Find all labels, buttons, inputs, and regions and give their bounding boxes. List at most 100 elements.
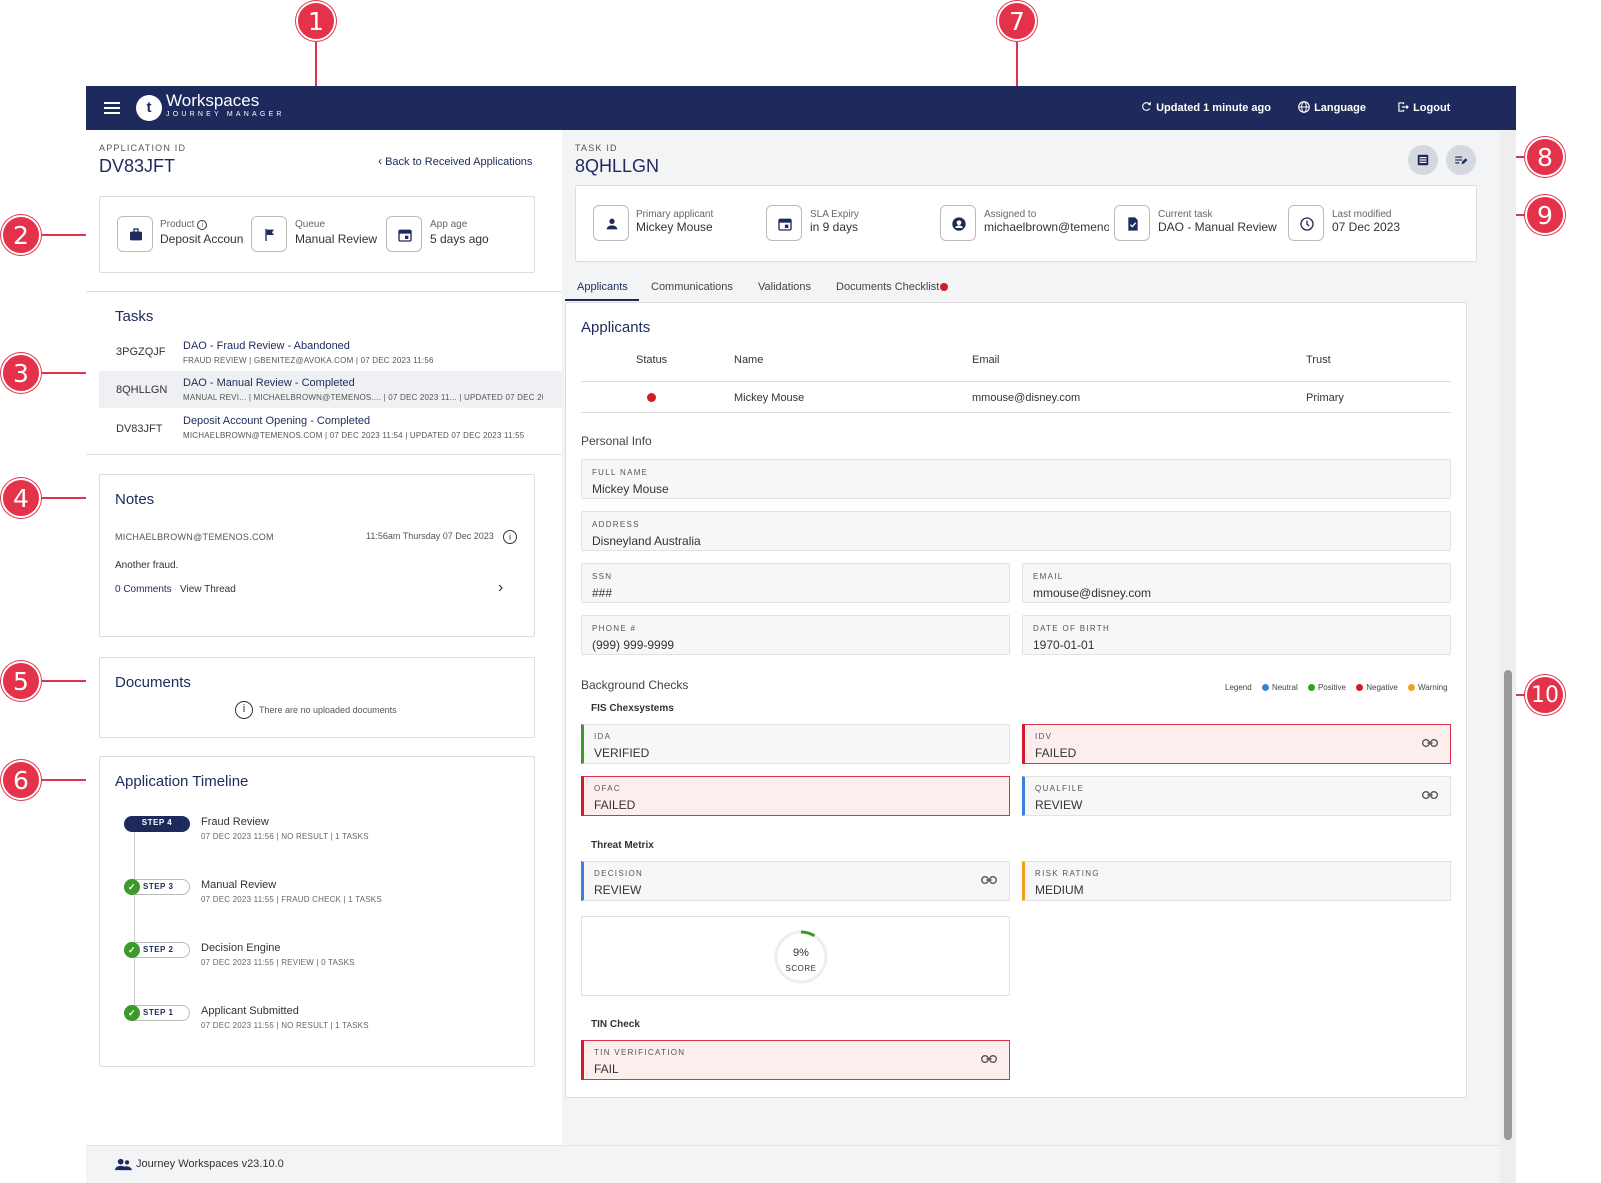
info-icon: i <box>235 701 253 719</box>
notification-dot <box>940 283 948 291</box>
applicant-name: Mickey Mouse <box>734 392 805 404</box>
timeline-step-subtitle: 07 DEC 2023 11:55 | REVIEW | 0 TASKS <box>201 958 355 967</box>
tab-documents-checklist[interactable]: Documents Checklist <box>836 281 939 293</box>
notes-card: Notes MICHAELBROWN@TEMENOS.COM 11:56am T… <box>99 474 535 637</box>
legend-label: Legend <box>1225 683 1252 692</box>
date-of-birth-field: DATE OF BIRTH 1970-01-01 <box>1022 615 1451 655</box>
tin-check-title: TIN Check <box>591 1019 640 1030</box>
chevron-right-icon[interactable]: › <box>498 579 503 597</box>
task-row[interactable]: DV83JFT Deposit Account Opening - Comple… <box>99 409 562 445</box>
note-body: Another fraud. <box>115 560 179 571</box>
task-info-card: Primary applicant Mickey Mouse SLA Expir… <box>575 185 1477 262</box>
ofac-check: OFAC FAILED <box>581 776 1010 816</box>
task-row[interactable]: 3PGZQJF DAO - Fraud Review - Abandoned F… <box>99 334 562 370</box>
updated-status[interactable]: Updated 1 minute ago <box>1140 100 1271 114</box>
application-id: DV83JFT <box>99 156 176 176</box>
applicants-content-card: Applicants Status Name Email Trust Micke… <box>565 302 1467 1098</box>
note-comments-count: 0 Comments <box>115 584 172 595</box>
timeline-step-subtitle: 07 DEC 2023 11:55 | FRAUD CHECK | 1 TASK… <box>201 895 382 904</box>
timeline-step-title: Applicant Submitted <box>201 1005 299 1017</box>
refresh-icon <box>1142 101 1151 111</box>
idv-check: IDV FAILED <box>1022 724 1451 764</box>
callout-8: 8 <box>1525 137 1565 177</box>
task-title: Deposit Account Opening - Completed <box>183 415 371 427</box>
edit-notes-button[interactable] <box>1446 145 1476 175</box>
divider <box>86 291 562 292</box>
task-subtitle: FRAUD REVIEW | GBENITEZ@AVOKA.COM | 07 D… <box>183 356 434 365</box>
field-label: ADDRESS <box>592 520 640 529</box>
view-thread-link[interactable]: View Thread <box>180 584 236 595</box>
column-header-name: Name <box>734 354 764 366</box>
email-field: EMAIL mmouse@disney.com <box>1022 563 1451 603</box>
account-circle-icon <box>940 205 976 241</box>
documents-empty-message: There are no uploaded documents <box>259 705 397 715</box>
applicant-trust: Primary <box>1306 392 1344 404</box>
callout-7: 7 <box>997 1 1037 41</box>
tab-communications[interactable]: Communications <box>651 281 733 293</box>
status-dot-negative <box>647 393 656 402</box>
timeline-step-pill: STEP 4 <box>124 816 190 832</box>
application-info-card: Product i Deposit Accoun... Queue Manual… <box>99 196 535 273</box>
list-view-button[interactable] <box>1408 145 1438 175</box>
application-timeline-card: Application Timeline STEP 4 Fraud Review… <box>99 756 535 1067</box>
application-window: t Workspaces JOURNEY MANAGER Updated 1 m… <box>86 86 1516 1183</box>
callout-3: 3 <box>1 353 41 393</box>
back-link[interactable]: ‹ Back to Received Applications <box>378 154 532 168</box>
score-label: SCORE <box>785 964 817 973</box>
hamburger-menu-icon[interactable] <box>104 100 120 114</box>
field-value: 1970-01-01 <box>1033 638 1095 652</box>
active-tab-indicator <box>565 299 639 301</box>
field-label: PHONE # <box>592 624 637 633</box>
language-button[interactable]: Language <box>1297 100 1366 114</box>
timeline-step-subtitle: 07 DEC 2023 11:56 | NO RESULT | 1 TASKS <box>201 832 369 841</box>
check-value: VERIFIED <box>594 746 650 760</box>
ssn-field: SSN ### <box>581 563 1010 603</box>
clock-icon <box>1288 205 1324 241</box>
tab-validations[interactable]: Validations <box>758 281 811 293</box>
task-subtitle: MICHAELBROWN@TEMENOS.COM | 07 DEC 2023 1… <box>183 431 525 440</box>
check-value: MEDIUM <box>1035 883 1084 897</box>
timeline-step-subtitle: 07 DEC 2023 11:55 | NO RESULT | 1 TASKS <box>201 1021 369 1030</box>
check-icon: ✓ <box>124 1005 140 1021</box>
legend-dot-neutral <box>1261 684 1269 692</box>
notes-title: Notes <box>115 491 155 508</box>
current-task-value: DAO - Manual Review <box>1158 220 1277 234</box>
timeline-line <box>134 827 135 1017</box>
check-label: IDV <box>1035 732 1053 741</box>
info-icon[interactable]: i <box>197 220 208 230</box>
link-icon[interactable] <box>1422 790 1438 800</box>
phone-field: PHONE # (999) 999-9999 <box>581 615 1010 655</box>
task-row-selected[interactable]: 8QHLLGN DAO - Manual Review - Completed … <box>99 371 562 408</box>
timeline-step-pill: ✓ STEP 3 <box>124 879 190 895</box>
task-title: DAO - Manual Review - Completed <box>183 377 355 389</box>
full-name-field: FULL NAME Mickey Mouse <box>581 459 1451 499</box>
link-icon[interactable] <box>1422 738 1438 748</box>
check-label: IDA <box>594 732 612 741</box>
field-value: mmouse@disney.com <box>1033 586 1151 600</box>
check-label: RISK RATING <box>1035 869 1100 878</box>
link-icon[interactable] <box>981 1054 997 1064</box>
tab-applicants[interactable]: Applicants <box>577 281 628 293</box>
task-id-value: 8QHLLGN <box>575 156 660 176</box>
last-modified-label: Last modified <box>1332 209 1392 220</box>
check-value: FAIL <box>594 1062 619 1076</box>
flag-icon <box>251 216 287 252</box>
task-id-label: TASK ID <box>575 143 618 153</box>
scrollbar-thumb[interactable] <box>1504 670 1512 1140</box>
task-title: DAO - Fraud Review - Abandoned <box>183 340 350 352</box>
info-icon[interactable]: i <box>503 530 517 544</box>
link-icon[interactable] <box>981 875 997 885</box>
vertical-scrollbar[interactable] <box>1500 130 1516 1183</box>
address-field: ADDRESS Disneyland Australia <box>581 511 1451 551</box>
logout-button[interactable]: Logout <box>1396 100 1450 114</box>
ida-check: IDA VERIFIED <box>581 724 1010 764</box>
divider <box>86 454 562 455</box>
check-icon: ✓ <box>124 879 140 895</box>
timeline-step-title: Decision Engine <box>201 942 281 954</box>
applicant-email: mmouse@disney.com <box>972 392 1081 404</box>
application-id-label: APPLICATION ID <box>99 143 187 153</box>
legend: Legend Neutral Positive Negative Warning <box>1225 683 1448 692</box>
table-row[interactable]: Mickey Mouse mmouse@disney.com Primary <box>581 382 1451 412</box>
timeline-step-title: Manual Review <box>201 879 277 891</box>
field-label: EMAIL <box>1033 572 1064 581</box>
